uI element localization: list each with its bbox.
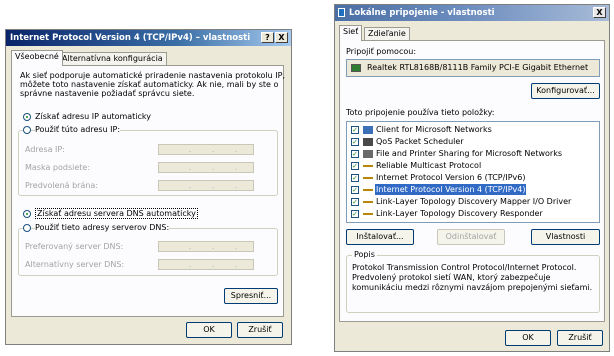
- list-item[interactable]: ✓ Internet Protocol Version 6 (TCP/IPv6): [347, 173, 599, 183]
- protocol-icon: [363, 201, 373, 203]
- manual-dns-label[interactable]: Použiť tieto adresy serverov DNS:: [35, 223, 170, 232]
- preferred-dns-label: Preferovaný server DNS:: [25, 242, 124, 251]
- tab-general[interactable]: Všeobecné: [11, 50, 63, 66]
- dialog-title: Internet Protocol Version 4 (TCP/IPv4) –…: [6, 30, 291, 46]
- description-line-2: Predvolený protokol sietí WAN, ktorý zab…: [352, 273, 551, 282]
- items-list: ✓ Client for Microsoft Networks ✓ QoS Pack…: [346, 121, 600, 223]
- printer-icon: [363, 150, 373, 158]
- checkbox[interactable]: ✓: [351, 174, 359, 182]
- dialog-title-text: Lokálne pripojenie - vlastnosti: [349, 8, 495, 18]
- checkbox[interactable]: ✓: [351, 150, 359, 158]
- description-title: Popis: [352, 250, 377, 259]
- intro-line-2: môžete toto nastavenie získať automatick…: [20, 80, 279, 89]
- adapter-name: Realtek RTL8168B/8111B Family PCI-E Giga…: [367, 63, 589, 72]
- cancel-button[interactable]: Zrušiť: [237, 322, 283, 338]
- manual-dns-radio[interactable]: [23, 224, 31, 232]
- install-button[interactable]: Inštalovať...: [346, 229, 414, 245]
- adapter-icon: [351, 64, 361, 72]
- general-panel: Ak sieť podporuje automatické priradenie…: [11, 65, 286, 317]
- auto-ip-radio[interactable]: [23, 113, 31, 121]
- connect-using-label: Pripojiť pomocou:: [346, 47, 417, 56]
- dialog-title: Lokálne pripojenie - vlastnosti: [335, 5, 609, 21]
- checkbox[interactable]: ✓: [351, 162, 359, 170]
- close-button[interactable]: X: [593, 7, 606, 18]
- client-icon: [363, 126, 373, 134]
- checkbox[interactable]: ✓: [351, 210, 359, 218]
- tab-sharing[interactable]: Zdieľanie: [364, 27, 410, 41]
- list-item[interactable]: ✓ File and Printer Sharing for Microsoft …: [347, 149, 599, 159]
- checkbox[interactable]: ✓: [351, 126, 359, 134]
- auto-dns-radio[interactable]: [23, 210, 31, 218]
- checkbox[interactable]: ✓: [351, 138, 359, 146]
- configure-button[interactable]: Konfigurovať...: [531, 83, 600, 99]
- alternate-dns-field: ...: [158, 259, 254, 270]
- ok-button[interactable]: OK: [505, 330, 551, 346]
- checkbox[interactable]: ✓: [351, 186, 359, 194]
- list-item-selected[interactable]: ✓ Internet Protocol Version 4 (TCP/IPv4): [347, 184, 599, 195]
- manual-ip-label[interactable]: Použiť túto adresu IP:: [35, 125, 121, 134]
- network-icon: [338, 8, 345, 17]
- protocol-icon: [363, 177, 373, 179]
- description-line-1: Protokol Transmission Control Protocol/I…: [352, 263, 577, 272]
- list-item[interactable]: ✓ Link-Layer Topology Discovery Mapper I/…: [347, 197, 599, 207]
- uninstall-button: Odinštalovať: [437, 229, 505, 245]
- default-gateway-label: Predvolená brána:: [25, 181, 99, 190]
- list-item[interactable]: ✓ QoS Packet Scheduler: [347, 137, 599, 147]
- auto-dns-label[interactable]: Získať adresu servera DNS automaticky: [35, 208, 198, 219]
- adapter-box: Realtek RTL8168B/8111B Family PCI-E Giga…: [346, 59, 600, 77]
- connection-properties-dialog: Lokálne pripojenie - vlastnosti X Sieť Z…: [334, 4, 610, 352]
- ip-address-label: Adresa IP:: [25, 145, 65, 154]
- auto-ip-label[interactable]: Získať adresu IP automaticky: [35, 112, 151, 121]
- default-gateway-field: ...: [158, 180, 254, 191]
- protocol-icon: [363, 189, 373, 191]
- tab-alternate-config[interactable]: Alternatívna konfigurácia: [58, 52, 167, 66]
- subnet-mask-field: ...: [158, 162, 254, 173]
- help-button[interactable]: ?: [261, 32, 274, 43]
- alternate-dns-label: Alternatívny server DNS:: [25, 260, 125, 269]
- ok-button[interactable]: OK: [186, 322, 232, 338]
- manual-ip-radio[interactable]: [23, 126, 31, 134]
- properties-button[interactable]: Vlastnosti: [531, 229, 600, 245]
- preferred-dns-field: ...: [158, 241, 254, 252]
- intro-line-1: Ak sieť podporuje automatické priradenie…: [20, 71, 286, 80]
- advanced-button[interactable]: Spresniť...: [224, 288, 278, 304]
- list-item[interactable]: ✓ Link-Layer Topology Discovery Responder: [347, 209, 599, 219]
- protocol-icon: [363, 213, 373, 215]
- scheduler-icon: [363, 138, 373, 146]
- checkbox[interactable]: ✓: [351, 198, 359, 206]
- network-panel: Pripojiť pomocou: Realtek RTL8168B/8111B…: [339, 40, 605, 322]
- ip-address-field: ...: [158, 144, 254, 155]
- description-line-3: komunikáciu medzi rôznymi navzájom prepo…: [352, 283, 593, 292]
- list-item[interactable]: ✓ Client for Microsoft Networks: [347, 125, 599, 135]
- close-button[interactable]: X: [275, 32, 288, 43]
- cancel-button[interactable]: Zrušiť: [557, 330, 603, 346]
- subnet-mask-label: Maska podsiete:: [25, 163, 91, 172]
- tab-network[interactable]: Sieť: [339, 25, 363, 41]
- list-item[interactable]: ✓ Reliable Multicast Protocol: [347, 161, 599, 171]
- ipv4-properties-dialog: Internet Protocol Version 4 (TCP/IPv4) –…: [5, 29, 292, 345]
- intro-line-3: správne nastavenie požiadať správcu siet…: [20, 89, 195, 98]
- protocol-icon: [363, 165, 373, 167]
- items-label: Toto pripojenie používa tieto položky:: [346, 108, 495, 117]
